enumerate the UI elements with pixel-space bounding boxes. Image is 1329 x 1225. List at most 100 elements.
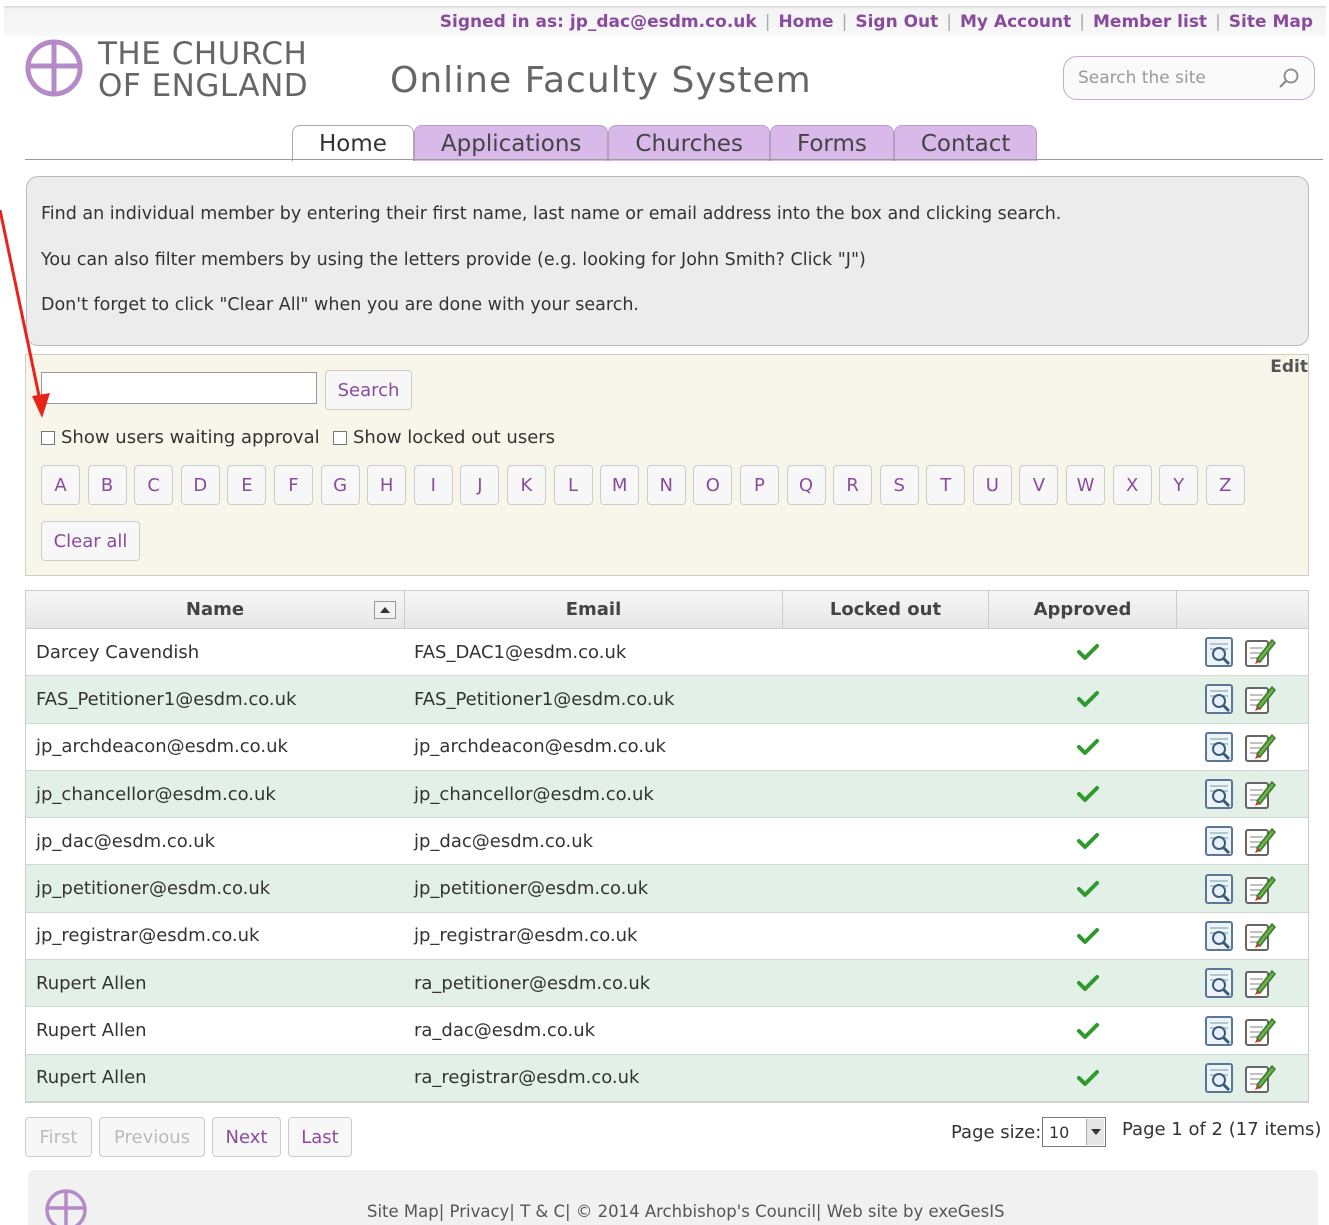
check-icon: [1077, 691, 1099, 708]
view-details-icon[interactable]: [1203, 966, 1237, 1000]
letter-filter-h[interactable]: H: [367, 465, 407, 505]
top-link-sign-out[interactable]: Sign Out: [855, 12, 938, 32]
check-icon: [1077, 833, 1099, 850]
edit-link[interactable]: Edit: [1270, 357, 1308, 377]
letter-filter-l[interactable]: L: [553, 465, 593, 505]
top-link-member-list[interactable]: Member list: [1093, 12, 1207, 32]
letter-filter-s[interactable]: S: [879, 465, 919, 505]
last-page-button[interactable]: Last: [288, 1117, 352, 1157]
table-row: jp_petitioner@esdm.co.uk jp_petitioner@es…: [26, 865, 1308, 913]
letter-filter-y[interactable]: Y: [1159, 465, 1199, 505]
tab-contact[interactable]: Contact: [893, 125, 1038, 161]
letter-filter-q[interactable]: Q: [786, 465, 826, 505]
waiting-approval-checkbox[interactable]: [41, 430, 55, 445]
view-details-icon[interactable]: [1203, 777, 1237, 811]
search-icon[interactable]: [1278, 67, 1300, 89]
next-page-button[interactable]: Next: [212, 1117, 281, 1157]
edit-member-icon[interactable]: [1243, 730, 1277, 764]
letter-filter-i[interactable]: I: [413, 465, 453, 505]
view-details-icon[interactable]: [1203, 824, 1237, 858]
edit-member-icon[interactable]: [1243, 1061, 1277, 1095]
church-logo[interactable]: THE CHURCH OF ENGLAND: [24, 38, 308, 102]
letter-filter-f[interactable]: F: [273, 465, 313, 505]
letter-filter-b[interactable]: B: [87, 465, 127, 505]
member-email: jp_petitioner@esdm.co.uk: [414, 878, 649, 900]
search-button[interactable]: Search: [325, 370, 412, 410]
view-details-icon[interactable]: [1203, 872, 1237, 906]
edit-member-icon[interactable]: [1243, 919, 1277, 953]
edit-member-icon[interactable]: [1243, 824, 1277, 858]
site-search-box: [1063, 56, 1315, 100]
letter-filter-k[interactable]: K: [506, 465, 546, 505]
letter-filter-p[interactable]: P: [739, 465, 779, 505]
edit-member-icon[interactable]: [1243, 872, 1277, 906]
column-header-approved[interactable]: Approved: [989, 591, 1177, 628]
member-name: jp_petitioner@esdm.co.uk: [36, 878, 271, 900]
letter-filter-x[interactable]: X: [1112, 465, 1152, 505]
locked-out-label: Show locked out users: [353, 427, 556, 448]
previous-page-button[interactable]: Previous: [99, 1117, 205, 1157]
letter-filter-m[interactable]: M: [600, 465, 640, 505]
view-details-icon[interactable]: [1203, 1061, 1237, 1095]
logo-text: THE CHURCH OF ENGLAND: [98, 38, 308, 102]
check-icon: [1077, 644, 1099, 661]
letter-filter-a[interactable]: A: [41, 465, 80, 505]
letter-filter-r[interactable]: R: [833, 465, 873, 505]
chevron-down-icon[interactable]: [1086, 1119, 1104, 1145]
help-text-1: Find an individual member by entering th…: [41, 204, 1062, 224]
site-search-input[interactable]: [1078, 68, 1268, 88]
top-link-my-account[interactable]: My Account: [960, 12, 1071, 32]
letter-filter-t[interactable]: T: [926, 465, 966, 505]
member-approved: [989, 1022, 1177, 1040]
view-details-icon[interactable]: [1203, 919, 1237, 953]
edit-member-icon[interactable]: [1243, 635, 1277, 669]
logo-line-1: THE CHURCH: [98, 36, 308, 72]
top-link-home[interactable]: Home: [778, 12, 833, 32]
tab-forms[interactable]: Forms: [769, 125, 894, 161]
locked-out-checkbox[interactable]: [333, 430, 347, 445]
waiting-approval-option[interactable]: Show users waiting approval: [41, 427, 320, 448]
view-details-icon[interactable]: [1203, 635, 1237, 669]
letter-filter-j[interactable]: J: [460, 465, 500, 505]
row-actions: [1177, 635, 1308, 669]
letter-filter-o[interactable]: O: [693, 465, 733, 505]
tab-applications[interactable]: Applications: [413, 125, 609, 161]
column-header-email[interactable]: Email: [405, 591, 783, 628]
letter-filter-c[interactable]: C: [134, 465, 174, 505]
view-details-icon[interactable]: [1203, 1014, 1237, 1048]
letter-filter-g[interactable]: G: [320, 465, 360, 505]
member-approved: [989, 690, 1177, 708]
member-email: FAS_Petitioner1@esdm.co.uk: [414, 688, 675, 710]
first-page-button[interactable]: First: [25, 1117, 92, 1157]
letter-filter-z[interactable]: Z: [1205, 465, 1245, 505]
letter-filter-n[interactable]: N: [646, 465, 686, 505]
main-tabs: Home Applications Churches Forms Contact: [292, 125, 1038, 161]
member-name: Rupert Allen: [36, 1067, 147, 1089]
letter-filter-d[interactable]: D: [180, 465, 220, 505]
view-details-icon[interactable]: [1203, 682, 1237, 716]
letter-filter-e[interactable]: E: [227, 465, 267, 505]
page-size-value: 10: [1049, 1122, 1070, 1142]
clear-all-button[interactable]: Clear all: [41, 521, 140, 561]
edit-member-icon[interactable]: [1243, 777, 1277, 811]
column-header-locked-out[interactable]: Locked out: [783, 591, 989, 628]
member-email: jp_registrar@esdm.co.uk: [414, 925, 638, 947]
top-link-site-map[interactable]: Site Map: [1229, 12, 1313, 32]
letter-filter-u[interactable]: U: [972, 465, 1012, 505]
check-icon: [1077, 880, 1099, 897]
letter-filter-w[interactable]: W: [1066, 465, 1106, 505]
page-size-select[interactable]: 10: [1042, 1117, 1106, 1147]
view-details-icon[interactable]: [1203, 730, 1237, 764]
table-row: Rupert Allen ra_registrar@esdm.co.uk: [26, 1054, 1308, 1102]
waiting-approval-label: Show users waiting approval: [61, 427, 320, 448]
edit-member-icon[interactable]: [1243, 1014, 1277, 1048]
column-header-name[interactable]: Name: [26, 591, 405, 628]
tab-home[interactable]: Home: [292, 125, 414, 161]
letter-filter-v[interactable]: V: [1019, 465, 1059, 505]
tab-churches[interactable]: Churches: [608, 125, 770, 161]
edit-member-icon[interactable]: [1243, 682, 1277, 716]
edit-member-icon[interactable]: [1243, 966, 1277, 1000]
member-search-input[interactable]: [41, 372, 317, 404]
locked-out-option[interactable]: Show locked out users: [333, 427, 555, 448]
sort-ascending-icon[interactable]: [374, 601, 396, 619]
